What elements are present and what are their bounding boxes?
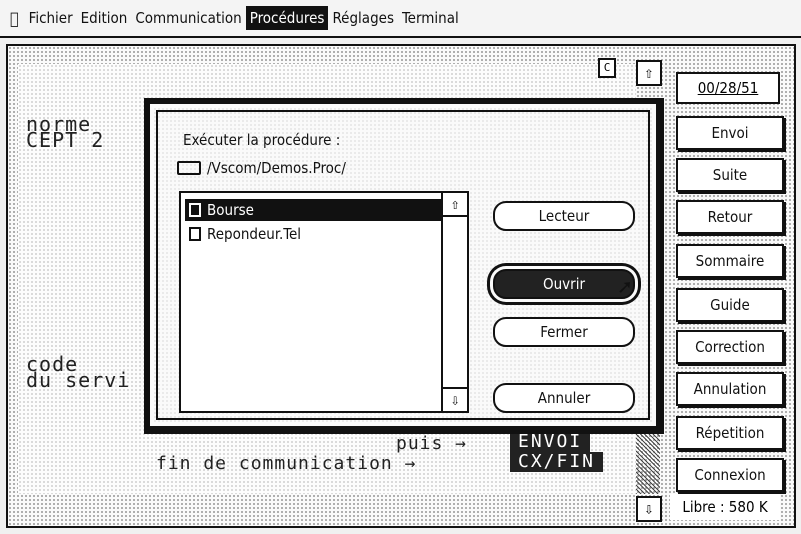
scroll-up-icon[interactable]: ⇧ xyxy=(636,60,662,86)
dialog-title: Exécuter la procédure : xyxy=(183,131,341,149)
connexion-button[interactable]: Connexion xyxy=(676,458,784,492)
list-item[interactable]: Repondeur.Tel xyxy=(185,223,443,245)
cept-label: CEPT 2 xyxy=(26,128,105,152)
free-memory: Libre : 580 K xyxy=(670,494,780,520)
correction-button[interactable]: Correction xyxy=(676,330,784,364)
service-label: du servi xyxy=(26,368,131,392)
file-name: Bourse xyxy=(207,201,254,219)
file-list[interactable]: Bourse Repondeur.Tel ⇧ ⇩ xyxy=(179,191,469,413)
apple-icon[interactable]:  xyxy=(10,9,19,28)
repetition-button[interactable]: Répetition xyxy=(676,416,784,450)
envoi-button[interactable]: Envoi xyxy=(676,116,784,150)
pointer-icon: ➚ xyxy=(618,276,632,301)
path-label: /Vscom/Demos.Proc/ xyxy=(207,159,346,177)
file-name: Repondeur.Tel xyxy=(207,225,302,243)
envoi-key: ENVOI xyxy=(510,432,591,452)
folder-icon xyxy=(177,161,201,175)
menu-terminal[interactable]: Terminal xyxy=(398,6,463,30)
ouvrir-button[interactable]: Ouvrir xyxy=(493,269,635,299)
fermer-button[interactable]: Fermer xyxy=(493,317,635,347)
file-icon xyxy=(189,203,201,217)
menu-fichier[interactable]: Fichier xyxy=(25,6,77,30)
menu-communication[interactable]: Communication xyxy=(131,6,245,30)
lecteur-button[interactable]: Lecteur xyxy=(493,201,635,231)
guide-button[interactable]: Guide xyxy=(676,288,784,322)
open-procedure-dialog: Exécuter la procédure : /Vscom/Demos.Pro… xyxy=(144,98,664,434)
suite-button[interactable]: Suite xyxy=(676,158,784,192)
sommaire-button[interactable]: Sommaire xyxy=(676,244,784,278)
dialog-path[interactable]: /Vscom/Demos.Proc/ xyxy=(177,159,346,177)
indicator-box: C xyxy=(598,58,616,78)
annuler-button[interactable]: Annuler xyxy=(493,383,635,413)
annulation-button[interactable]: Annulation xyxy=(676,372,784,406)
menu-bar:  Fichier Edition Communication Procédur… xyxy=(0,0,801,38)
screen:  Fichier Edition Communication Procédur… xyxy=(0,0,801,534)
menu-reglages[interactable]: Réglages xyxy=(328,6,398,30)
puis-line: puis → xyxy=(396,433,468,454)
date-display: 00/28/51 xyxy=(676,72,780,104)
menu-procedures[interactable]: Procédures xyxy=(245,6,329,30)
menu-edition[interactable]: Edition xyxy=(77,6,132,30)
file-icon xyxy=(189,227,201,241)
scroll-up-icon[interactable]: ⇧ xyxy=(443,193,467,217)
fin-communication-line: fin de communication → xyxy=(156,453,417,474)
retour-button[interactable]: Retour xyxy=(676,200,784,234)
cxfin-key: CX/FIN xyxy=(510,452,604,472)
list-item[interactable]: Bourse xyxy=(185,199,443,221)
scroll-down-icon[interactable]: ⇩ xyxy=(443,387,467,411)
scroll-down-icon[interactable]: ⇩ xyxy=(636,496,662,522)
dialog-body: Exécuter la procédure : /Vscom/Demos.Pro… xyxy=(150,104,656,426)
list-scrollbar[interactable]: ⇧ ⇩ xyxy=(441,193,467,411)
